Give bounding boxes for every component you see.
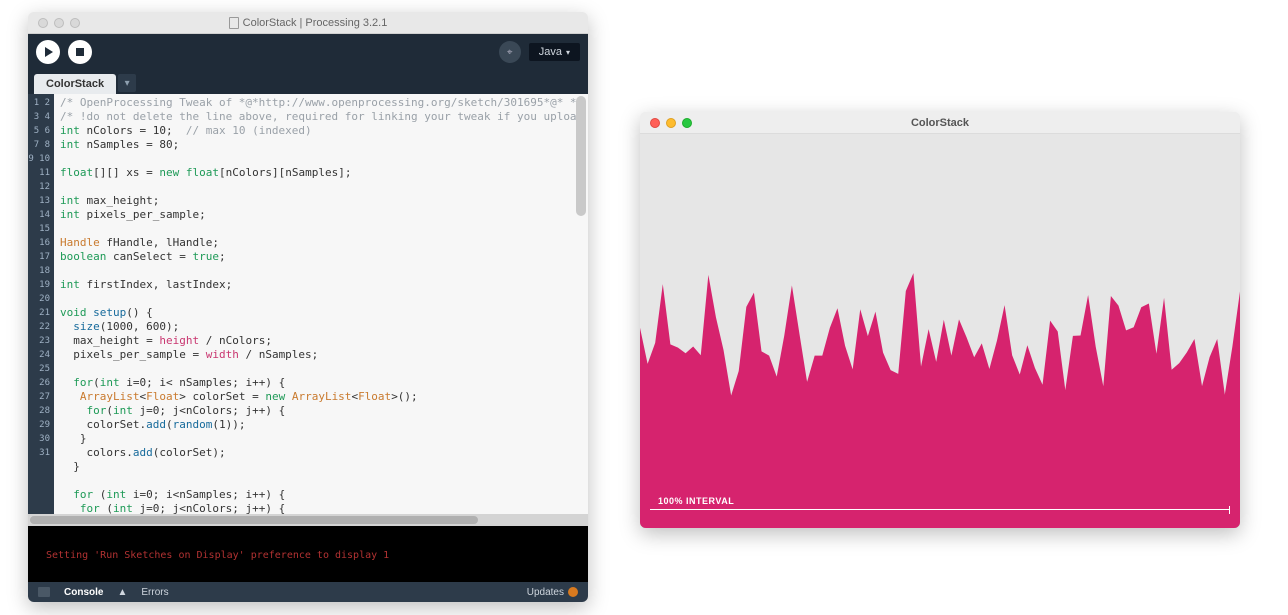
sketch-canvas: 100% INTERVAL [640, 134, 1240, 528]
warning-icon: ▲ [117, 587, 127, 598]
ide-tabbar: ColorStack ▾ [28, 70, 588, 94]
stop-button[interactable] [68, 40, 92, 64]
console-icon [38, 587, 50, 597]
sketch-titlebar: ColorStack [640, 112, 1240, 134]
stop-icon [76, 48, 84, 56]
chevron-down-icon: ▾ [125, 78, 130, 89]
colorstack-chart [640, 134, 1240, 528]
updates-badge-icon[interactable] [568, 587, 578, 597]
editor-scrollbar-horizontal[interactable] [28, 514, 588, 526]
debug-button[interactable]: ⌖ [499, 41, 521, 63]
footer-updates-label[interactable]: Updates [527, 587, 564, 598]
line-gutter: 1 2 3 4 5 6 7 8 9 10 11 12 13 14 15 16 1… [28, 94, 54, 514]
bug-icon: ⌖ [507, 47, 513, 58]
mode-label: Java [539, 46, 562, 58]
run-button[interactable] [36, 40, 60, 64]
processing-ide-window: ColorStack | Processing 3.2.1 ⌖ Java Col… [28, 12, 588, 602]
ide-title-text: ColorStack | Processing 3.2.1 [243, 17, 388, 29]
console-output: Setting 'Run Sketches on Display' prefer… [28, 526, 588, 582]
sketch-window-title: ColorStack [640, 117, 1240, 129]
ide-toolbar: ⌖ Java [28, 34, 588, 70]
code-editor[interactable]: 1 2 3 4 5 6 7 8 9 10 11 12 13 14 15 16 1… [28, 94, 588, 514]
scrollbar-thumb[interactable] [30, 516, 478, 524]
tab-label: ColorStack [46, 78, 104, 90]
console-line: Setting 'Run Sketches on Display' prefer… [46, 550, 389, 561]
tab-menu-button[interactable]: ▾ [118, 74, 136, 92]
footer-console-tab[interactable]: Console [64, 587, 103, 598]
interval-slider-track[interactable] [650, 509, 1230, 510]
mode-selector[interactable]: Java [529, 43, 580, 61]
play-icon [45, 47, 53, 57]
code-area[interactable]: /* OpenProcessing Tweak of *@*http://www… [54, 94, 588, 514]
ide-window-title: ColorStack | Processing 3.2.1 [28, 17, 588, 29]
sketch-output-window: ColorStack 100% INTERVAL [640, 112, 1240, 528]
ide-footer: Console ▲ Errors Updates [28, 582, 588, 602]
interval-label: 100% INTERVAL [658, 496, 734, 506]
footer-errors-tab[interactable]: Errors [141, 587, 168, 598]
editor-scrollbar-vertical[interactable] [576, 96, 586, 216]
ide-titlebar: ColorStack | Processing 3.2.1 [28, 12, 588, 34]
tab-colorstack[interactable]: ColorStack [34, 74, 116, 94]
interval-slider-handle[interactable] [1229, 506, 1230, 514]
file-icon [229, 17, 239, 29]
